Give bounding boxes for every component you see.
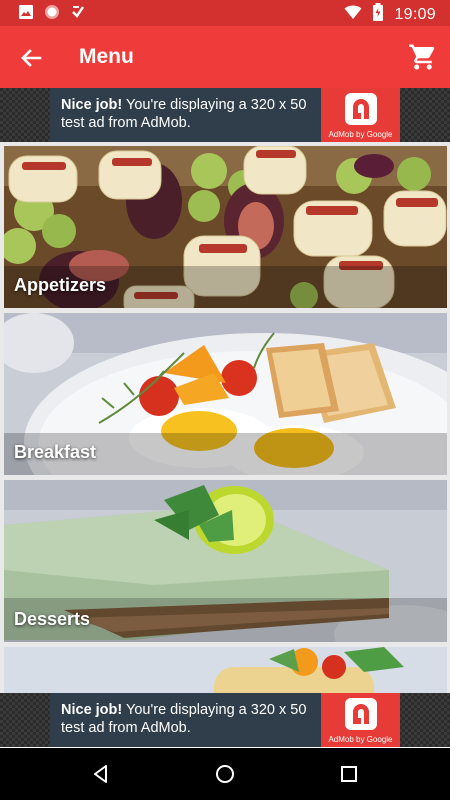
battery-icon bbox=[372, 3, 384, 26]
status-bar: 19:09 bbox=[0, 0, 450, 26]
circle-home-icon bbox=[216, 765, 234, 783]
ad-text: Nice job! You're displaying a 320 x 50 t… bbox=[61, 701, 321, 737]
top-ad-container: Nice job! You're displaying a 320 x 50 t… bbox=[0, 88, 450, 142]
top-ad-banner[interactable]: Nice job! You're displaying a 320 x 50 t… bbox=[50, 88, 400, 142]
back-button[interactable] bbox=[16, 43, 46, 73]
nav-back-button[interactable] bbox=[89, 762, 113, 786]
image-icon bbox=[18, 4, 34, 25]
triangle-back-icon bbox=[94, 765, 107, 783]
arrow-back-icon bbox=[21, 49, 42, 67]
ad-headline: Nice job! bbox=[61, 702, 123, 718]
admob-brand: AdMob by Google bbox=[328, 130, 393, 139]
ad-text: Nice job! You're displaying a 320 x 50 t… bbox=[61, 96, 321, 132]
admob-icon bbox=[345, 698, 377, 730]
category-card-appetizers[interactable]: Appetizers bbox=[4, 146, 447, 308]
circle-icon bbox=[44, 4, 60, 25]
admob-icon bbox=[345, 93, 377, 125]
admob-brand: AdMob by Google bbox=[328, 735, 393, 744]
admob-logo: AdMob by Google bbox=[321, 88, 400, 142]
cart-icon bbox=[409, 44, 435, 70]
category-label: Appetizers bbox=[14, 275, 107, 295]
category-card-drinks[interactable] bbox=[4, 647, 447, 693]
cart-button[interactable] bbox=[408, 42, 438, 72]
admob-logo: AdMob by Google bbox=[321, 693, 400, 747]
ad-headline: Nice job! bbox=[61, 97, 123, 113]
drinks-image bbox=[4, 647, 447, 693]
wifi-icon bbox=[344, 4, 362, 25]
nav-home-button[interactable] bbox=[213, 762, 237, 786]
menu-list: Appetizers Breakfast Desserts bbox=[0, 142, 450, 693]
category-card-breakfast[interactable]: Breakfast bbox=[4, 313, 447, 475]
status-time: 19:09 bbox=[394, 5, 436, 23]
nav-recents-button[interactable] bbox=[337, 762, 361, 786]
app-bar: Menu bbox=[0, 26, 450, 88]
page-title: Menu bbox=[79, 45, 134, 68]
bottom-ad-container: Nice job! You're displaying a 320 x 50 t… bbox=[0, 693, 450, 747]
check-icon bbox=[70, 4, 86, 25]
navigation-bar bbox=[0, 748, 450, 800]
category-label: Breakfast bbox=[14, 442, 97, 462]
category-card-desserts[interactable]: Desserts bbox=[4, 480, 447, 642]
square-recents-icon bbox=[341, 766, 357, 782]
category-label: Desserts bbox=[14, 609, 91, 629]
bottom-ad-banner[interactable]: Nice job! You're displaying a 320 x 50 t… bbox=[50, 693, 400, 747]
